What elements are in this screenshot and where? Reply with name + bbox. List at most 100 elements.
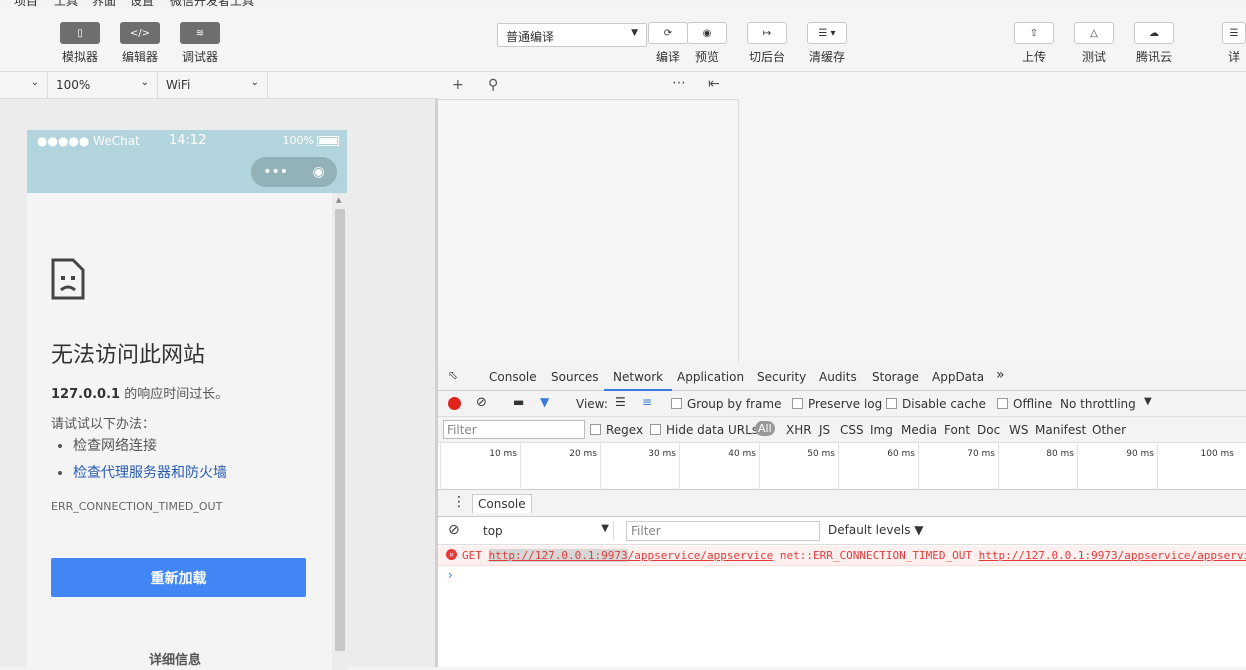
- background-button[interactable]: ↦ 切后台: [747, 22, 787, 65]
- chevron-down-icon: ⌄: [140, 77, 149, 88]
- timeline-tick: 50 ms: [759, 443, 838, 490]
- console-prompt-icon[interactable]: ›: [448, 568, 453, 582]
- more-icon[interactable]: ⋯: [672, 75, 686, 91]
- tab-application[interactable]: Application: [677, 370, 744, 384]
- zoom-value: 100%: [56, 78, 91, 92]
- tick-label: 20 ms: [569, 449, 597, 459]
- filter-icon[interactable]: ▼: [540, 395, 549, 409]
- filter-js[interactable]: JS: [819, 423, 830, 437]
- suggestion-link[interactable]: 检查代理服务器和防火墙: [73, 465, 227, 481]
- tick-label: 90 ms: [1126, 449, 1154, 459]
- network-filter-row: Filter Regex Hide data URLs All XHR JS C…: [438, 417, 1246, 443]
- console-filter-input[interactable]: Filter: [626, 521, 820, 541]
- tab-network[interactable]: Network: [604, 370, 673, 391]
- page-scrollbar[interactable]: ▲: [332, 193, 347, 670]
- more-icon[interactable]: •••: [263, 164, 288, 180]
- test-button[interactable]: △ 测试: [1074, 22, 1114, 65]
- details-button[interactable]: ☰ 详: [1222, 22, 1246, 65]
- filter-xhr[interactable]: XHR: [786, 423, 812, 437]
- tab-storage[interactable]: Storage: [872, 370, 919, 384]
- tab-appdata[interactable]: AppData: [932, 370, 984, 384]
- drawer-tab-console[interactable]: Console: [472, 494, 532, 513]
- menu-item[interactable]: 项目: [14, 0, 38, 8]
- scroll-up-icon[interactable]: ▲: [336, 196, 341, 204]
- drawer-menu-icon[interactable]: ⋮: [452, 494, 466, 510]
- phone-icon: ▯: [60, 22, 100, 44]
- clear-icon[interactable]: ⊘: [476, 395, 487, 410]
- filter-font[interactable]: Font: [944, 423, 970, 437]
- disable-cache-checkbox[interactable]: Disable cache: [886, 397, 986, 411]
- context-select[interactable]: top ▼: [474, 521, 614, 541]
- regex-label: Regex: [606, 423, 644, 437]
- filter-css[interactable]: CSS: [840, 423, 864, 437]
- tab-sources[interactable]: Sources: [551, 370, 598, 384]
- list-item[interactable]: 检查代理服务器和防火墙: [73, 462, 227, 482]
- menu-item[interactable]: 界面: [92, 0, 116, 8]
- levels-value: Default levels: [828, 523, 911, 537]
- timeline-tick: 20 ms: [520, 443, 600, 490]
- menu-item[interactable]: 设置: [130, 0, 154, 8]
- compile-label: 编译: [655, 50, 680, 64]
- hide-data-urls-checkbox[interactable]: Hide data URLs: [650, 423, 758, 437]
- preview-button[interactable]: ◉ 预览: [687, 22, 727, 65]
- collapse-panel-icon[interactable]: ⇤: [708, 76, 720, 92]
- error-source-link[interactable]: http://127.0.0.1:9973/appservice/appserv…: [979, 549, 1246, 562]
- menu-item[interactable]: 工具: [54, 0, 78, 8]
- filter-manifest[interactable]: Manifest: [1035, 423, 1086, 437]
- list-view-icon[interactable]: ☰: [615, 395, 626, 409]
- upload-icon: ⇧: [1014, 22, 1054, 44]
- details-button[interactable]: 详细信息: [149, 649, 201, 668]
- compile-button[interactable]: ⟳ 编译: [648, 22, 688, 65]
- device-select[interactable]: ⌄: [0, 72, 48, 99]
- error-url-path[interactable]: /appservice/appservice: [628, 549, 774, 562]
- tab-security[interactable]: Security: [757, 370, 806, 384]
- timeline-tick: 60 ms: [838, 443, 918, 490]
- editor-button[interactable]: </> 编辑器: [120, 22, 160, 65]
- network-select[interactable]: WiFi ⌄: [158, 72, 268, 99]
- preserve-log-checkbox[interactable]: Preserve log: [792, 397, 882, 411]
- tencent-cloud-button[interactable]: ☁ 腾讯云: [1134, 22, 1174, 65]
- compile-mode-select[interactable]: 普通编译 ▼: [497, 23, 647, 47]
- clear-cache-button[interactable]: ☰ ▾ 清缓存: [807, 22, 847, 65]
- error-url-host[interactable]: http://127.0.0.1:9973: [488, 549, 628, 562]
- camera-icon[interactable]: ▬: [513, 395, 524, 409]
- zoom-select[interactable]: 100% ⌄: [48, 72, 158, 99]
- dropdown-arrow-icon[interactable]: ▼: [1144, 396, 1152, 407]
- suggestion-text: 检查网络连接: [73, 438, 157, 454]
- filter-doc[interactable]: Doc: [977, 423, 1000, 437]
- filter-all-button[interactable]: All: [755, 421, 775, 436]
- devtools-tabbar: ⬁ Console Sources Network Application Se…: [438, 363, 1246, 391]
- scrollbar-thumb[interactable]: [335, 209, 345, 651]
- context-value: top: [483, 524, 503, 538]
- simulator-button[interactable]: ▯ 模拟器: [60, 22, 100, 65]
- filter-img[interactable]: Img: [870, 423, 893, 437]
- inspect-element-icon[interactable]: ⬁: [448, 368, 458, 382]
- debugger-button[interactable]: ≋ 调试器: [180, 22, 220, 65]
- waterfall-view-icon[interactable]: ≡: [642, 395, 652, 409]
- view-label: View:: [576, 397, 608, 411]
- levels-select[interactable]: Default levels ▼: [828, 523, 924, 537]
- dropdown-arrow-icon: ▼: [631, 28, 638, 38]
- hide-data-urls-label: Hide data URLs: [666, 423, 759, 437]
- search-icon[interactable]: ⚲: [488, 77, 498, 93]
- upload-button[interactable]: ⇧ 上传: [1014, 22, 1054, 65]
- more-tabs-button[interactable]: »: [996, 367, 1005, 383]
- filter-ws[interactable]: WS: [1009, 423, 1028, 437]
- phone-frame: ●●●●● WeChat 14:12 100% ••• ◉ 无法访问此网站 12…: [27, 130, 347, 670]
- filter-media[interactable]: Media: [901, 423, 937, 437]
- tab-console[interactable]: Console: [489, 370, 537, 384]
- filter-other[interactable]: Other: [1092, 423, 1126, 437]
- clear-console-icon[interactable]: ⊘: [448, 522, 460, 538]
- battery-indicator: 100%: [283, 134, 339, 147]
- add-icon[interactable]: +: [452, 77, 464, 93]
- throttling-select[interactable]: No throttling: [1060, 397, 1136, 411]
- filter-input[interactable]: Filter: [443, 420, 585, 439]
- offline-checkbox[interactable]: Offline: [997, 397, 1052, 411]
- regex-checkbox[interactable]: Regex: [590, 423, 643, 437]
- menu-item[interactable]: 微信开发者工具: [170, 0, 254, 8]
- close-circle-icon[interactable]: ◉: [313, 164, 325, 180]
- record-icon[interactable]: [448, 397, 461, 410]
- tab-audits[interactable]: Audits: [819, 370, 857, 384]
- group-by-frame-checkbox[interactable]: Group by frame: [671, 397, 781, 411]
- reload-button[interactable]: 重新加载: [51, 558, 306, 597]
